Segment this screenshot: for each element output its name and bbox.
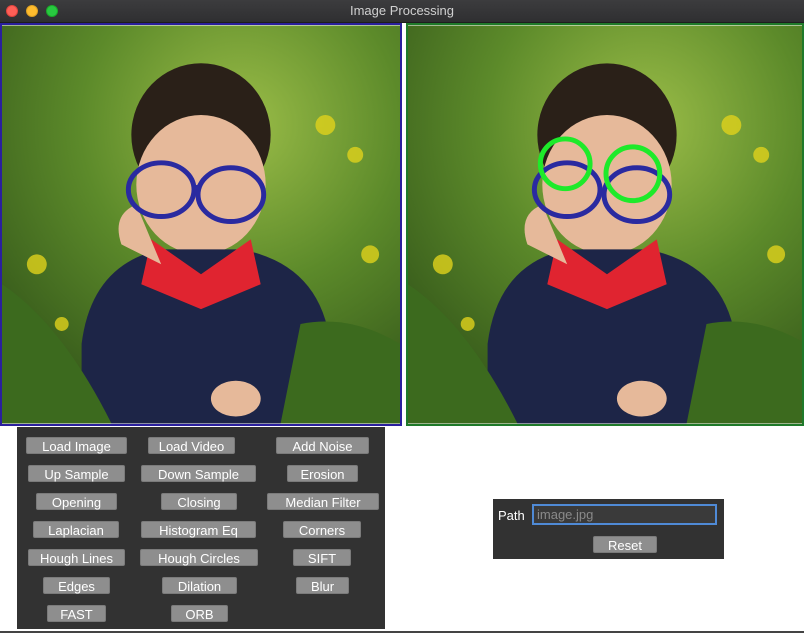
orb-button[interactable]: ORB xyxy=(171,605,228,622)
window-title: Image Processing xyxy=(349,3,455,18)
opening-button[interactable]: Opening xyxy=(36,493,117,510)
add-noise-button[interactable]: Add Noise xyxy=(276,437,369,454)
corners-button[interactable]: Corners xyxy=(283,521,361,538)
load-video-button[interactable]: Load Video xyxy=(148,437,235,454)
fast-button[interactable]: FAST xyxy=(47,605,106,622)
processed-image xyxy=(408,25,802,424)
path-panel: Path Reset xyxy=(493,499,724,559)
hough-circles-button[interactable]: Hough Circles xyxy=(140,549,258,566)
erosion-button[interactable]: Erosion xyxy=(287,465,358,482)
controls-panel: Load Image Load Video Add Noise Up Sampl… xyxy=(17,427,385,629)
laplacian-button[interactable]: Laplacian xyxy=(33,521,119,538)
window-title-bar: Image Processing xyxy=(0,0,804,23)
histogram-eq-button[interactable]: Histogram Eq xyxy=(141,521,256,538)
path-input[interactable] xyxy=(532,504,717,525)
up-sample-button[interactable]: Up Sample xyxy=(28,465,125,482)
original-image xyxy=(2,25,400,424)
original-image-panel xyxy=(0,23,402,426)
hough-lines-button[interactable]: Hough Lines xyxy=(28,549,125,566)
processed-image-panel xyxy=(406,23,804,426)
reset-button[interactable]: Reset xyxy=(593,536,657,553)
edges-button[interactable]: Edges xyxy=(43,577,110,594)
sift-button[interactable]: SIFT xyxy=(293,549,351,566)
path-label: Path xyxy=(498,508,525,523)
load-image-button[interactable]: Load Image xyxy=(26,437,127,454)
median-filter-button[interactable]: Median Filter xyxy=(267,493,379,510)
blur-button[interactable]: Blur xyxy=(296,577,349,594)
dilation-button[interactable]: Dilation xyxy=(162,577,237,594)
closing-button[interactable]: Closing xyxy=(161,493,237,510)
down-sample-button[interactable]: Down Sample xyxy=(141,465,256,482)
